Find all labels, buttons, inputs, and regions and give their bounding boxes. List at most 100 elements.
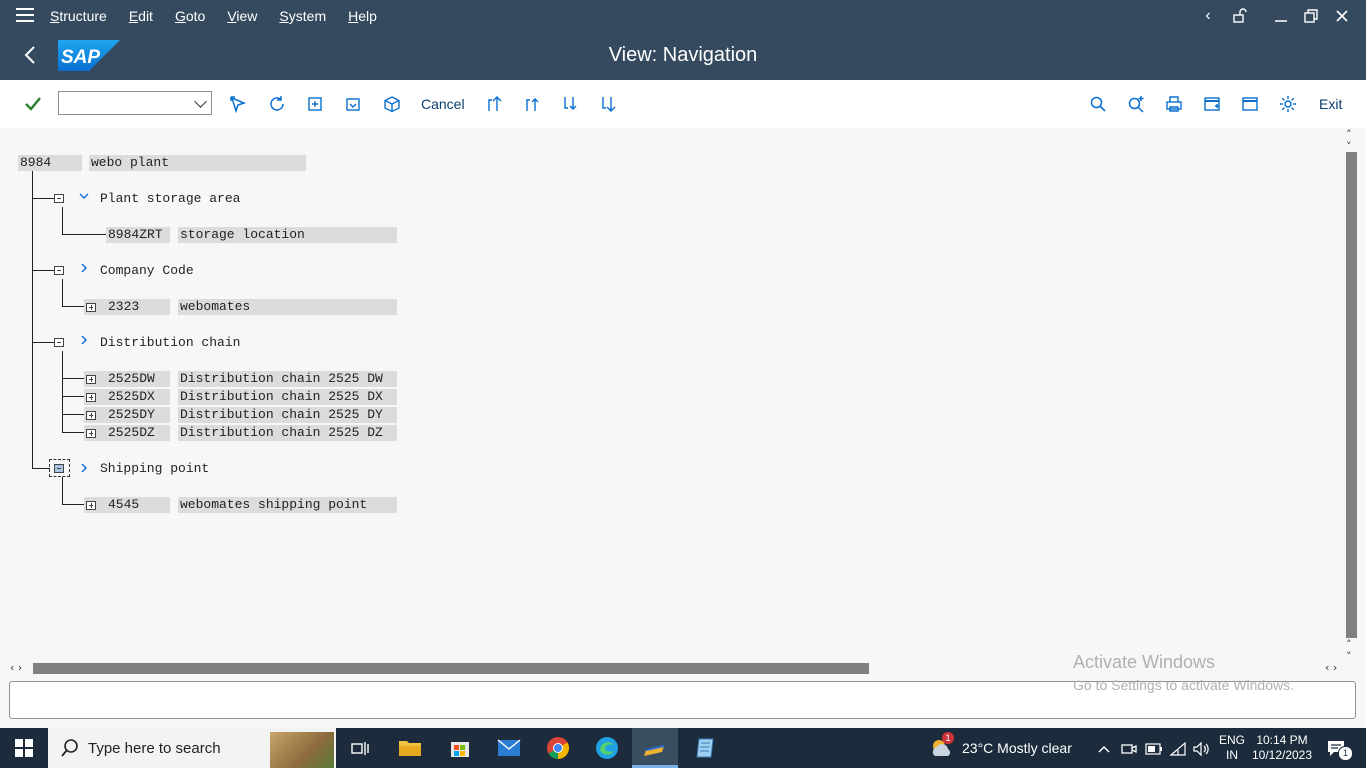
distribution-chain-name[interactable]: Distribution chain 2525 DX	[178, 389, 397, 405]
chrome-icon[interactable]	[544, 734, 572, 762]
notifications-icon[interactable]: 1	[1322, 734, 1353, 762]
distribution-chain-id[interactable]: 2525DX	[84, 389, 170, 405]
group-label-shipping-point[interactable]: Shipping point	[100, 461, 209, 477]
hamburger-menu-icon[interactable]	[16, 8, 34, 22]
cancel-button[interactable]: Cancel	[421, 96, 465, 112]
language-indicator[interactable]: ENG IN	[1219, 733, 1245, 763]
chevron-down-icon[interactable]	[194, 95, 207, 108]
menu-help[interactable]: Help	[348, 8, 377, 24]
group-label-distribution-chain[interactable]: Distribution chain	[100, 335, 240, 351]
folder-expand-icon[interactable]	[86, 375, 96, 384]
scroll-right-icon[interactable]: ‹ ›	[1325, 661, 1337, 674]
expand-subtree-icon[interactable]	[303, 92, 327, 116]
clock[interactable]: 10:14 PM 10/12/2023	[1251, 733, 1313, 763]
close-icon[interactable]	[1327, 0, 1357, 31]
group-label-company-code[interactable]: Company Code	[100, 263, 194, 279]
settings-gear-icon[interactable]	[1276, 92, 1300, 116]
group-label-plant-storage-area[interactable]: Plant storage area	[100, 191, 240, 207]
minimize-icon[interactable]	[1266, 0, 1296, 31]
menu-system[interactable]: System	[279, 8, 326, 24]
weather-icon[interactable]: 1	[928, 732, 956, 762]
menu-edit[interactable]: Edit	[129, 8, 153, 24]
search-icon[interactable]	[1086, 92, 1110, 116]
distribution-chain-id[interactable]: 2525DZ	[84, 425, 170, 441]
volume-icon[interactable]	[1192, 728, 1210, 768]
root-plant-name[interactable]: webo plant	[89, 155, 306, 171]
print-icon[interactable]	[1162, 92, 1186, 116]
folder-expand-icon[interactable]	[86, 411, 96, 420]
folder-expand-icon[interactable]	[86, 303, 96, 312]
first-page-icon[interactable]	[482, 92, 506, 116]
distribution-chain-id[interactable]: 2525DY	[84, 407, 170, 423]
command-field[interactable]	[58, 91, 212, 115]
folder-collapse-icon[interactable]	[54, 194, 64, 203]
chevron-right-icon[interactable]	[78, 462, 90, 477]
tree-connector-line	[62, 504, 84, 505]
folder-expand-icon[interactable]	[86, 501, 96, 510]
next-page-icon[interactable]	[558, 92, 582, 116]
enter-check-icon[interactable]	[21, 92, 45, 116]
tree-connector-line	[62, 378, 84, 379]
horizontal-scrollbar[interactable]	[33, 663, 869, 674]
tree-connector-line	[32, 342, 54, 343]
folder-collapse-icon[interactable]	[54, 464, 64, 473]
storage-location-id[interactable]: 8984ZRT	[106, 227, 170, 243]
file-explorer-icon[interactable]	[396, 734, 424, 762]
restore-icon[interactable]	[1296, 0, 1326, 31]
edge-icon[interactable]	[593, 734, 621, 762]
object-cube-icon[interactable]	[380, 92, 404, 116]
last-page-icon[interactable]	[596, 92, 620, 116]
exit-button[interactable]: Exit	[1319, 96, 1342, 112]
unlock-icon[interactable]	[1224, 0, 1254, 31]
tree-connector-line	[62, 477, 63, 505]
previous-page-icon[interactable]	[520, 92, 544, 116]
windows-start-icon[interactable]	[10, 734, 38, 762]
navigation-tree: 8984 webo plant Plant storage area 8984Z…	[0, 128, 1366, 660]
menu-structure[interactable]: Structure	[50, 8, 107, 24]
notification-count: 1	[1338, 746, 1353, 761]
chevron-right-icon[interactable]	[78, 334, 90, 349]
tree-connector-line	[62, 279, 63, 306]
distribution-chain-id[interactable]: 2525DW	[84, 371, 170, 387]
scroll-left-icon[interactable]: ‹ ›	[10, 661, 22, 674]
sap-logon-icon[interactable]	[691, 734, 719, 762]
chevron-down-icon[interactable]	[78, 190, 90, 205]
folder-collapse-icon[interactable]	[54, 266, 64, 275]
distribution-chain-name[interactable]: Distribution chain 2525 DW	[178, 371, 397, 387]
company-code-name[interactable]: webomates	[178, 299, 397, 315]
battery-icon[interactable]	[1145, 728, 1163, 768]
company-code-id[interactable]: 2323	[84, 299, 170, 315]
taskbar-search-box[interactable]: Type here to search	[48, 728, 336, 768]
new-session-icon[interactable]	[1200, 92, 1224, 116]
root-plant-id[interactable]: 8984	[18, 155, 82, 171]
refresh-icon[interactable]	[265, 92, 289, 116]
distribution-chain-name[interactable]: Distribution chain 2525 DY	[178, 407, 397, 423]
storage-location-name[interactable]: storage location	[178, 227, 397, 243]
search-next-icon[interactable]	[1124, 92, 1148, 116]
chevron-right-icon[interactable]	[78, 262, 90, 277]
search-highlight-image	[270, 732, 334, 768]
menu-goto[interactable]: Goto	[175, 8, 205, 24]
window-layout-icon[interactable]	[1238, 92, 1262, 116]
select-cursor-icon[interactable]	[226, 92, 250, 116]
menu-view[interactable]: View	[227, 8, 257, 24]
folder-expand-icon[interactable]	[86, 393, 96, 402]
folder-expand-icon[interactable]	[86, 429, 96, 438]
tree-connector-line	[32, 468, 50, 469]
vertical-scrollbar[interactable]	[1346, 152, 1357, 638]
chevron-left-icon[interactable]: ‹	[1193, 0, 1223, 31]
distribution-chain-name[interactable]: Distribution chain 2525 DZ	[178, 425, 397, 441]
weather-text[interactable]: 23°C Mostly clear	[962, 728, 1072, 768]
microsoft-store-icon[interactable]	[446, 734, 474, 762]
folder-collapse-icon[interactable]	[54, 338, 64, 347]
sap-gui-icon[interactable]	[641, 734, 669, 762]
wifi-icon[interactable]	[1169, 728, 1187, 768]
shipping-point-id[interactable]: 4545	[84, 497, 170, 513]
scroll-down-icon[interactable]: ˅	[1346, 650, 1352, 663]
task-view-icon[interactable]	[346, 734, 374, 762]
mail-icon[interactable]	[495, 734, 523, 762]
meet-now-icon[interactable]	[1121, 728, 1137, 768]
shipping-point-name[interactable]: webomates shipping point	[178, 497, 397, 513]
collapse-subtree-icon[interactable]	[341, 92, 365, 116]
chevron-up-icon[interactable]	[1097, 728, 1111, 768]
